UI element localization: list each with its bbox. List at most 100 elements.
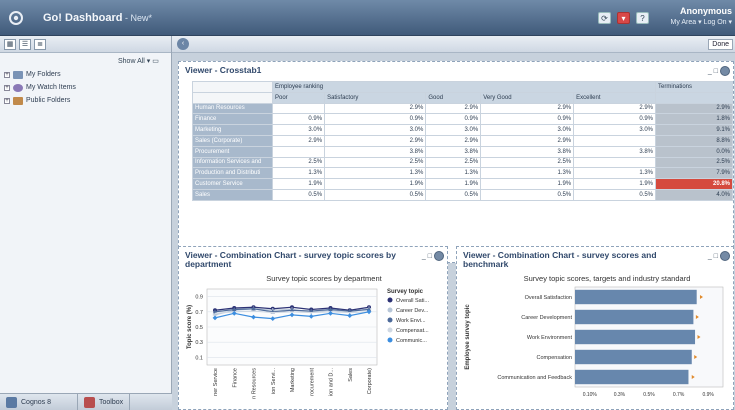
toolbox-icon [84, 396, 95, 408]
detail-view-button[interactable]: ≣ [34, 39, 46, 50]
cognos-logo-icon [9, 11, 23, 25]
bar [575, 329, 696, 345]
crosstab-portlet: Viewer - Crosstab1 _ □ Employee ranking T… [178, 61, 734, 263]
row-header[interactable]: Procurement [192, 145, 273, 158]
terminations-header: Terminations [655, 81, 733, 93]
cell-value: 2.9% [573, 102, 656, 115]
tab-cognos8[interactable]: Cognos 8 [0, 394, 78, 410]
minimize-icon[interactable]: _ [708, 253, 712, 260]
terminations-value: 1.8% [655, 113, 733, 126]
row-header[interactable]: Sales (Corporate) [192, 134, 273, 147]
thumbnail-view-button[interactable]: ▦ [4, 39, 16, 50]
cell-value: 0.5% [425, 188, 482, 201]
tab-toolbox[interactable]: Toolbox [78, 394, 131, 410]
cell-value: 1.3% [573, 167, 656, 180]
y-tick-label: 0.1 [195, 355, 203, 361]
legend-title: Survey topic [387, 289, 424, 295]
collapse-panel-icon[interactable]: ‹ [177, 38, 189, 50]
y-tick-label: 0.9 [195, 295, 203, 301]
done-button[interactable]: Done [708, 39, 733, 50]
benchmark-chart: Employee survey topic Overall Satisfactio… [465, 286, 724, 398]
category-label: Work Environment [527, 335, 573, 341]
cell-value: 0.9% [271, 113, 326, 126]
cell-value: 1.9% [324, 178, 427, 190]
tree-item-public-folders[interactable]: + Public Folders [4, 95, 76, 106]
main-area: ‹ Done Viewer - Crosstab1 _ □ Employee r… [172, 36, 735, 410]
tree-item-label: Public Folders [26, 97, 71, 104]
row-header[interactable]: Sales [192, 188, 273, 201]
tree-item-my-watch-items[interactable]: + My Watch Items [4, 82, 76, 93]
user-links[interactable]: My Area ▾ Log On ▾ [667, 18, 733, 26]
table-row: Sales 0.5% 0.5% 0.5% 0.5% 0.5% 4.0% [192, 188, 733, 201]
cell-value: 1.9% [425, 178, 482, 190]
portlet-title: Viewer - Crosstab1 [185, 65, 262, 75]
legend-swatch [387, 317, 393, 323]
cognos-icon [6, 396, 17, 408]
maximize-icon[interactable]: □ [428, 253, 432, 260]
cell-value: 0.9% [425, 113, 482, 126]
new-folder-icon[interactable]: ▭ [152, 58, 159, 65]
cell-value [271, 102, 326, 115]
chart-title: Survey topic scores, targets and industr… [523, 274, 691, 283]
column-header: Satisfactory [324, 91, 427, 104]
legend-label: Work Envi... [396, 318, 426, 324]
minimize-icon[interactable]: _ [708, 68, 712, 75]
show-all-dropdown[interactable]: Show All ▾ ▭ [118, 57, 159, 65]
category-label: Career Development [521, 315, 572, 321]
legend-swatch [387, 297, 393, 303]
list-view-button[interactable]: ☰ [19, 39, 31, 50]
cell-value: 0.5% [271, 188, 326, 201]
x-tick-label: n Resources [252, 368, 258, 399]
row-header[interactable]: Information Services and [192, 156, 273, 169]
cell-value: 1.9% [271, 178, 326, 190]
category-label: Compensation [537, 355, 572, 361]
expand-icon[interactable]: + [4, 97, 10, 104]
tree-item-my-folders[interactable]: + My Folders [4, 69, 76, 80]
portlet-title: Viewer - Combination Chart - survey scor… [463, 250, 657, 269]
terminations-value: 7.9% [655, 167, 733, 180]
maximize-icon[interactable]: □ [714, 253, 718, 260]
row-header[interactable]: Customer Service [192, 178, 273, 190]
category-label: Communication and Feedback [497, 375, 572, 381]
public-folder-icon [13, 96, 23, 105]
category-label: Overall Satisfaction [525, 295, 572, 301]
table-row: Finance 0.9% 0.9% 0.9% 0.9% 0.9% 1.8% [192, 113, 733, 126]
settings-icon[interactable] [720, 66, 730, 76]
x-tick-label: Marketing [290, 368, 296, 392]
cell-value: 3.8% [425, 145, 482, 158]
y-axis-label: Employee survey topic [465, 304, 471, 370]
row-header[interactable]: Finance [192, 113, 273, 126]
x-tick-label: ion Servi... [271, 368, 277, 394]
help-icon[interactable]: ? [636, 12, 649, 24]
legend-label: Overall Sati... [396, 298, 429, 304]
bar [575, 309, 694, 325]
table-row: Marketing 3.0% 3.0% 3.0% 3.0% 3.0% 9.1% [192, 124, 733, 136]
terminations-value: 2.9% [655, 102, 733, 115]
expand-icon[interactable]: + [4, 71, 10, 78]
cell-value: 3.0% [425, 124, 482, 136]
row-header[interactable]: Human Resources [192, 102, 273, 115]
settings-icon[interactable] [720, 251, 730, 261]
cell-value: 3.8% [480, 145, 575, 158]
cell-value: 3.0% [324, 124, 427, 136]
minimize-icon[interactable]: _ [422, 253, 426, 260]
cell-value: 2.9% [324, 134, 427, 147]
expand-icon[interactable]: + [4, 84, 10, 91]
legend-label: Compensat... [396, 328, 429, 334]
cell-value: 2.9% [480, 134, 575, 147]
table-row: Information Services and 2.5% 2.5% 2.5% 2.5%… [192, 156, 733, 169]
settings-icon[interactable] [434, 251, 444, 261]
terminations-value: 8.8% [655, 134, 733, 147]
left-panel: ▦ ☰ ≣ Show All ▾ ▭ + My Folders + My Wat… [0, 36, 172, 410]
x-tick-label: ion and D... [329, 368, 335, 397]
refresh-icon[interactable]: ⟳ [598, 12, 611, 24]
terminations-value: 20.8% [655, 178, 733, 190]
portlet-controls: _ □ [422, 251, 444, 261]
maximize-icon[interactable]: □ [714, 68, 718, 75]
portlet-title: Viewer - Combination Chart - survey topi… [185, 250, 396, 269]
portlet-controls: _ □ [708, 66, 730, 76]
row-header[interactable]: Production and Distributi [192, 167, 273, 180]
terminations-value: 2.5% [655, 156, 733, 169]
row-header[interactable]: Marketing [192, 124, 273, 136]
portal-menu-icon[interactable]: ▾ [617, 12, 630, 24]
